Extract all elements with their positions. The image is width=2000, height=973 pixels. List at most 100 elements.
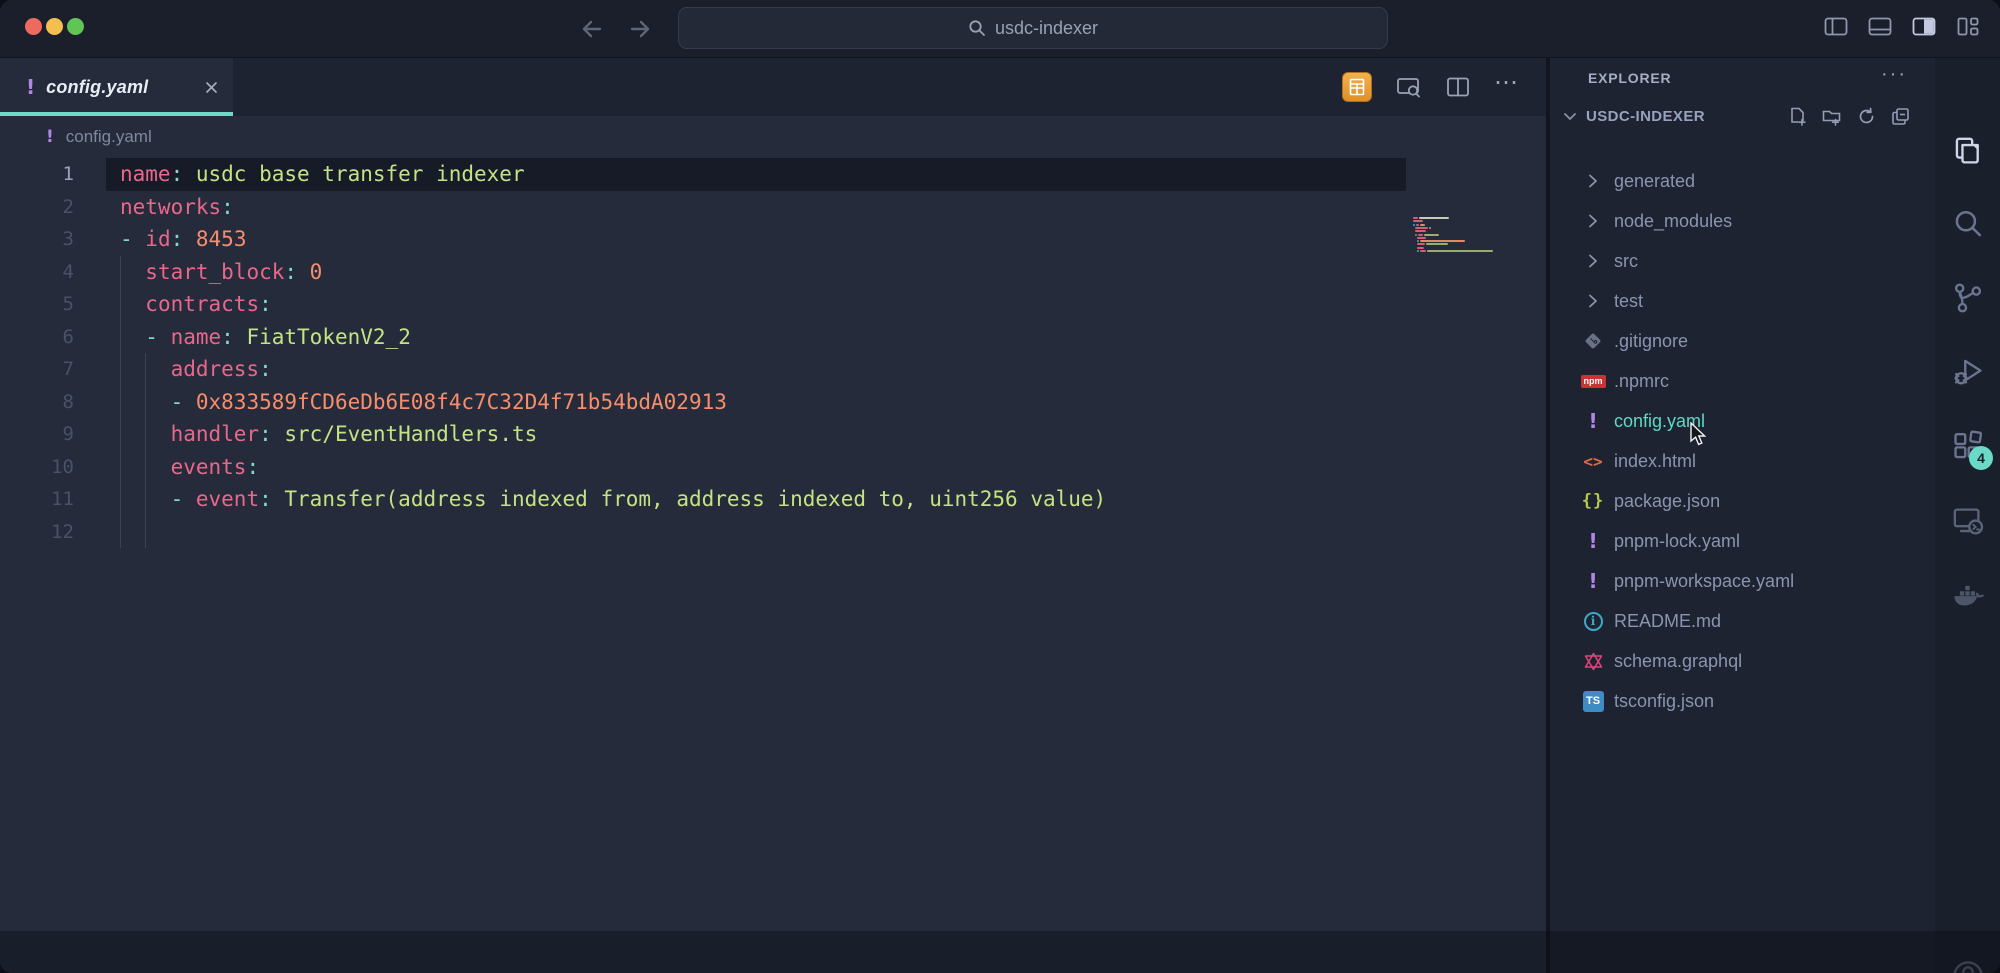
toggle-primary-sidebar-icon[interactable] — [1822, 13, 1850, 41]
line-number: 9 — [0, 418, 74, 451]
breadcrumb[interactable]: ! config.yaml — [0, 116, 1546, 158]
chevron-down-icon — [1560, 106, 1580, 126]
close-tab-icon[interactable] — [204, 80, 219, 95]
chevron-right-icon — [1584, 252, 1602, 270]
graphql-icon — [1583, 651, 1604, 672]
file-row--npmrc[interactable]: npm.npmrc — [1550, 361, 1935, 401]
docker-activity-icon[interactable] — [1935, 570, 2000, 622]
file-row-pnpm-lock-yaml[interactable]: ! pnpm-lock.yaml — [1550, 521, 1935, 561]
yaml-icon: ! — [1588, 531, 1597, 551]
line-number: 11 — [0, 483, 74, 516]
more-actions-icon[interactable]: ⋯ — [1494, 83, 1520, 91]
yaml-icon: ! — [1588, 571, 1597, 591]
database-preview-icon[interactable] — [1342, 72, 1372, 102]
titlebar: usdc-indexer — [0, 0, 2000, 58]
code-line[interactable]: 9 handler: src/EventHandlers.ts — [0, 418, 1406, 451]
file-label: package.json — [1614, 481, 1720, 521]
file-row-index-html[interactable]: <>index.html — [1550, 441, 1935, 481]
folder-row-generated[interactable]: generated — [1550, 161, 1935, 201]
line-number: 5 — [0, 288, 74, 321]
code-line[interactable]: 11 - event: Transfer(address indexed fro… — [0, 483, 1406, 516]
explorer-title: EXPLORER — [1588, 70, 1881, 86]
code-line[interactable]: 1name: usdc base transfer indexer — [0, 158, 1406, 191]
search-icon — [968, 19, 986, 37]
breadcrumb-file: config.yaml — [66, 127, 152, 147]
line-number: 2 — [0, 191, 74, 224]
line-number: 8 — [0, 386, 74, 419]
file-row-config-yaml[interactable]: !config.yaml — [1550, 401, 1935, 441]
extensions-activity-icon[interactable]: 4 — [1935, 420, 2000, 472]
yaml-icon: ! — [46, 129, 54, 146]
line-number: 10 — [0, 451, 74, 484]
project-name: USDC-INDEXER — [1586, 108, 1781, 125]
remote-explorer-activity-icon[interactable] — [1935, 494, 2000, 546]
file-label: .npmrc — [1614, 361, 1669, 401]
folder-row-src[interactable]: src — [1550, 241, 1935, 281]
code-line[interactable]: 5 contracts: — [0, 288, 1406, 321]
collapse-folders-icon[interactable] — [1890, 106, 1911, 127]
tab-bar: ! config.yaml ⋯ — [0, 58, 1546, 116]
file-label: pnpm-lock.yaml — [1614, 521, 1740, 561]
file-row-pnpm-workspace-yaml[interactable]: ! pnpm-workspace.yaml — [1550, 561, 1935, 601]
back-arrow-icon[interactable] — [576, 13, 608, 45]
file-label: test — [1614, 281, 1643, 321]
file-row-schema-graphql[interactable]: schema.graphql — [1550, 641, 1935, 681]
open-preview-icon[interactable] — [1394, 73, 1422, 101]
line-number: 7 — [0, 353, 74, 386]
source-control-activity-icon[interactable] — [1935, 272, 2000, 324]
search-activity-icon[interactable] — [1935, 198, 2000, 250]
command-search-bar[interactable]: usdc-indexer — [678, 7, 1388, 49]
line-number: 1 — [0, 158, 74, 191]
code-line[interactable]: 4 start_block: 0 — [0, 256, 1406, 289]
extensions-badge: 4 — [1969, 446, 1993, 470]
tab-config-yaml[interactable]: ! config.yaml — [0, 58, 233, 116]
file-label: src — [1614, 241, 1638, 281]
new-folder-icon[interactable] — [1821, 106, 1843, 127]
file-label: .gitignore — [1614, 321, 1688, 361]
chevron-right-icon — [1584, 172, 1602, 190]
file-label: pnpm-workspace.yaml — [1614, 561, 1794, 601]
file-row-readme-md[interactable]: iREADME.md — [1550, 601, 1935, 641]
toggle-secondary-sidebar-icon[interactable] — [1910, 13, 1938, 41]
chevron-right-icon — [1584, 212, 1602, 230]
file-row-tsconfig-json[interactable]: TStsconfig.json — [1550, 681, 1935, 721]
folder-row-node-modules[interactable]: node_modules — [1550, 201, 1935, 241]
run-debug-activity-icon[interactable] — [1935, 346, 2000, 398]
code-line[interactable]: 7 address: — [0, 353, 1406, 386]
file-label: node_modules — [1614, 201, 1732, 241]
line-number: 3 — [0, 223, 74, 256]
info-icon: i — [1584, 612, 1603, 631]
vscode-window: usdc-indexer ! config.yaml ⋯ — [0, 0, 2000, 973]
file-label: generated — [1614, 161, 1695, 201]
activity-bar: 4 — [1935, 58, 2000, 973]
yaml-icon: ! — [1588, 411, 1597, 431]
code-line[interactable]: 6 - name: FiatTokenV2_2 — [0, 321, 1406, 354]
code-line[interactable]: 3- id: 8453 — [0, 223, 1406, 256]
code-editor[interactable]: 1name: usdc base transfer indexer2networ… — [0, 158, 1406, 548]
git-icon — [1583, 331, 1603, 351]
customize-layout-icon[interactable] — [1954, 13, 1982, 41]
refresh-icon[interactable] — [1856, 106, 1877, 127]
search-value: usdc-indexer — [995, 18, 1098, 39]
json-icon: {} — [1582, 491, 1604, 511]
file-row-package-json[interactable]: {} package.json — [1550, 481, 1935, 521]
toggle-panel-icon[interactable] — [1866, 13, 1894, 41]
file-row--gitignore[interactable]: .gitignore — [1550, 321, 1935, 361]
explorer-activity-icon[interactable] — [1935, 126, 2000, 178]
new-file-icon[interactable] — [1787, 106, 1808, 127]
project-root-row[interactable]: USDC-INDEXER — [1550, 94, 1935, 138]
code-line[interactable]: 10 events: — [0, 451, 1406, 484]
code-line[interactable]: 8 - 0x833589fCD6eDb6E08f4c7C32D4f71b54bd… — [0, 386, 1406, 419]
code-line[interactable]: 12 — [0, 516, 1406, 549]
folder-row-test[interactable]: test — [1550, 281, 1935, 321]
forward-arrow-icon[interactable] — [624, 13, 656, 45]
minimap[interactable] — [1413, 217, 1503, 261]
close-window-button[interactable] — [25, 18, 42, 35]
zoom-window-button[interactable] — [67, 18, 84, 35]
minimize-window-button[interactable] — [46, 18, 63, 35]
code-line[interactable]: 2networks: — [0, 191, 1406, 224]
split-editor-icon[interactable] — [1444, 73, 1472, 101]
explorer-more-actions-icon[interactable]: ··· — [1881, 74, 1907, 82]
account-icon[interactable] — [1935, 950, 2000, 973]
editor-group: ! config.yaml ⋯ ! config.yaml 1name: usd… — [0, 58, 1546, 973]
